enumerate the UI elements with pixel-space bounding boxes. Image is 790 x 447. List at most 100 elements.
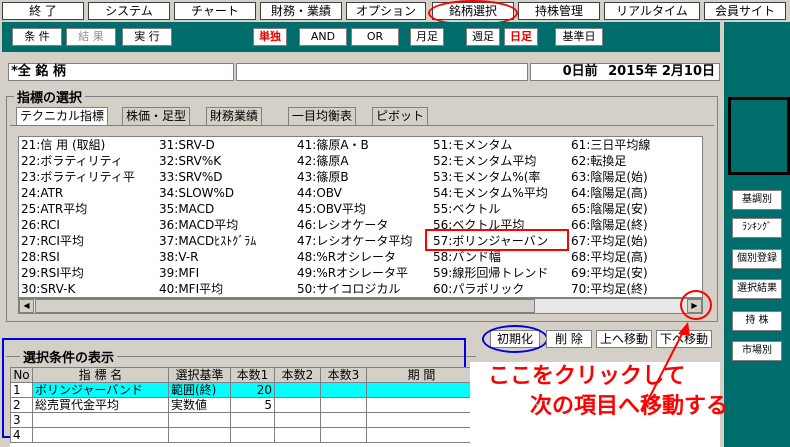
indicator-item[interactable]: 64:陰陽足(高) [571,185,702,201]
indicator-item[interactable]: 63:陰陽足(始) [571,169,702,185]
indicator-item[interactable]: 33:SRV%D [159,169,293,185]
right-button-ranking[interactable]: ﾗﾝｷﾝｸﾞ [732,218,782,238]
condition-cell-no: 2 [10,397,33,413]
header-period: 期 間 [366,367,477,383]
indicator-item[interactable]: 30:SRV-K [21,281,155,297]
header-name: 指 標 名 [32,367,169,383]
condition-cell-name: 総売買代金平均 [32,397,169,413]
indicator-item[interactable]: 59:線形回帰トレンド [433,265,567,281]
menu-exit[interactable]: 終 了 [2,2,84,20]
condition-cell-criterion [168,427,231,443]
indicator-item[interactable]: 34:SLOW%D [159,185,293,201]
indicator-item[interactable]: 69:平均足(安) [571,265,702,281]
indicator-item[interactable]: 39:MFI [159,265,293,281]
and-button[interactable]: AND [299,28,347,46]
condition-cell-criterion: 範囲(終) [168,382,231,398]
indicator-item[interactable]: 44:OBV [297,185,431,201]
right-button-individual[interactable]: 個別登録 [732,249,782,269]
single-button[interactable]: 単独 [253,28,287,46]
condition-row[interactable]: 3 [10,412,477,428]
indicator-item[interactable]: 52:モメンタム平均 [433,153,567,169]
menu-holdings[interactable]: 持株管理 [518,2,600,20]
delete-button[interactable]: 削 除 [546,330,592,348]
execute-button[interactable]: 実 行 [122,28,172,46]
indicator-item[interactable]: 29:RSI平均 [21,265,155,281]
menu-option[interactable]: オプション [346,2,426,20]
tab-pivot[interactable]: ピボット [372,107,429,125]
indicator-item[interactable]: 32:SRV%K [159,153,293,169]
indicator-item[interactable]: 68:平均足(高) [571,249,702,265]
header-n1: 本数1 [230,367,275,383]
tab-price-shape[interactable]: 株価・足型 [122,107,191,125]
indicator-item[interactable]: 54:モメンタム%平均 [433,185,567,201]
base-date-button[interactable]: 基準日 [555,28,603,46]
results-button[interactable]: 結 果 [66,28,116,46]
indicator-item[interactable]: 42:篠原A [297,153,431,169]
condition-cell-period [366,427,477,443]
menu-realtime[interactable]: リアルタイム [604,2,700,20]
indicator-item[interactable]: 31:SRV-D [159,137,293,153]
indicator-item[interactable]: 43:篠原B [297,169,431,185]
tab-financial[interactable]: 財務業績 [206,107,263,125]
scroll-left-button[interactable]: ◀ [19,299,34,313]
right-button-kichou[interactable]: 基調別 [732,190,782,210]
indicator-item[interactable]: 41:篠原A・B [297,137,431,153]
monthly-button[interactable]: 月足 [410,28,444,46]
indicator-item[interactable]: 53:モメンタム%(率 [433,169,567,185]
indicator-item[interactable]: 65:陰陽足(安) [571,201,702,217]
indicator-item[interactable]: 21:信 用 (取組) [21,137,155,153]
indicator-item[interactable]: 23:ボラティリティ平 [21,169,155,185]
condition-row[interactable]: 1 ボリンジャーバンド 範囲(終) 20 [10,382,477,398]
indicator-item[interactable]: 46:レシオケータ [297,217,431,233]
conditions-button[interactable]: 条 件 [12,28,62,46]
tab-ichimoku[interactable]: 一目均衡表 [288,107,357,125]
condition-cell-n1 [230,412,275,428]
condition-row[interactable]: 2 総売買代金平均 実数値 5 [10,397,477,413]
indicator-item[interactable]: 60:パラボリック [433,281,567,297]
right-button-holdings[interactable]: 持 株 [732,311,782,331]
indicator-item[interactable]: 66:陰陽足(終) [571,217,702,233]
indicator-item[interactable]: 51:モメンタム [433,137,567,153]
indicator-item[interactable]: 45:OBV平均 [297,201,431,217]
scroll-thumb[interactable] [35,299,535,313]
indicator-item[interactable]: 27:RCI平均 [21,233,155,249]
indicator-item[interactable]: 40:MFI平均 [159,281,293,297]
indicator-column-3: 41:篠原A・B 42:篠原A 43:篠原B 44:OBV 45:OBV平均 46:レシオ… [295,137,431,297]
indicator-item[interactable]: 37:MACDﾋｽﾄｸﾞﾗﾑ [159,233,293,249]
indicator-item[interactable]: 50:サイコロジカル [297,281,431,297]
indicator-item[interactable]: 67:平均足(始) [571,233,702,249]
indicator-item[interactable]: 49:%Rオシレータ平 [297,265,431,281]
indicator-item[interactable]: 26:RCI [21,217,155,233]
right-button-market[interactable]: 市場別 [732,341,782,361]
indicator-item[interactable]: 28:RSI [21,249,155,265]
menu-member-site[interactable]: 会員サイト [704,2,786,20]
highlight-ellipse-init [482,325,548,353]
or-button[interactable]: OR [351,28,399,46]
menu-chart[interactable]: チャート [174,2,256,20]
condition-cell-no: 1 [10,382,33,398]
right-panel-display [728,97,790,175]
menu-finance[interactable]: 財務・業績 [260,2,342,20]
indicator-item[interactable]: 62:転換足 [571,153,702,169]
indicator-item[interactable]: 47:レシオケータ平均 [297,233,431,249]
indicator-item[interactable]: 35:MACD [159,201,293,217]
tab-technical[interactable]: テクニカル指標 [16,107,109,125]
indicator-item[interactable]: 48:%Rオシレータ [297,249,431,265]
indicator-item[interactable]: 58:バンド幅 [433,249,567,265]
indicator-item[interactable]: 55:ベクトル [433,201,567,217]
daily-button[interactable]: 日足 [504,28,538,46]
indicator-item[interactable]: 36:MACD平均 [159,217,293,233]
indicator-item[interactable]: 38:V-R [159,249,293,265]
status-date: 2015年 2月10日 [608,64,715,79]
condition-row[interactable]: 4 [10,427,477,443]
indicator-column-5: 61:三日平均線 62:転換足 63:陰陽足(始) 64:陰陽足(高) 65:陰陽足(安… [569,137,702,297]
condition-cell-criterion: 実数値 [168,397,231,413]
indicator-item[interactable]: 25:ATR平均 [21,201,155,217]
indicator-item[interactable]: 22:ボラティリティ [21,153,155,169]
indicator-item[interactable]: 24:ATR [21,185,155,201]
weekly-button[interactable]: 週足 [466,28,500,46]
menu-system[interactable]: システム [88,2,170,20]
indicator-item[interactable]: 61:三日平均線 [571,137,702,153]
right-button-results[interactable]: 選択結果 [732,279,782,299]
condition-cell-n2 [274,397,321,413]
